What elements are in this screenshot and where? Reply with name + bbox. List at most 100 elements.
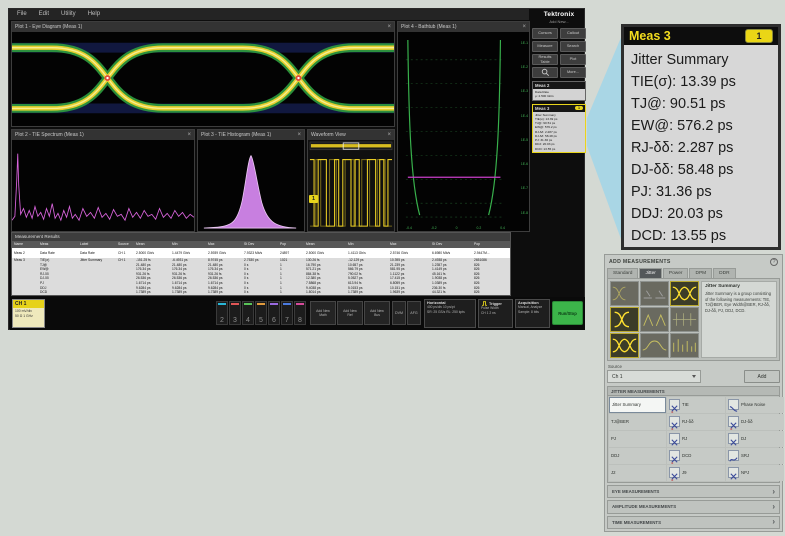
trigger-settings-box[interactable]: Trigger Pulse Width CH 1 2 ns <box>478 299 513 328</box>
channel6-button[interactable]: 6 <box>268 301 280 325</box>
tile-rj[interactable]: RJ <box>667 431 725 447</box>
meas2-badge[interactable]: Meas 2 Data Rate μ: 2.500 Gb/s <box>532 81 586 101</box>
close-icon[interactable]: × <box>187 130 191 140</box>
tab-ddr[interactable]: DDR <box>713 268 735 278</box>
plot1-title-bar[interactable]: Plot 1 - Eye Diagram (Meas 1) × <box>12 22 394 32</box>
add-measurement-button[interactable]: Add <box>744 370 780 383</box>
channel3-button[interactable]: 3 <box>229 301 241 325</box>
afg-button[interactable]: AFG <box>407 301 421 325</box>
callout-line-ddj: DDJ: 20.03 ps <box>631 203 771 225</box>
tile-dcd[interactable]: DCD <box>667 448 725 464</box>
channel8-button[interactable]: 8 <box>294 301 306 325</box>
cursors-button[interactable]: Cursors <box>532 28 558 39</box>
add-new-math-button[interactable]: Add New Math <box>310 301 336 325</box>
channel4-button[interactable]: 4 <box>242 301 254 325</box>
eye-measurements-section[interactable]: EYE MEASUREMENTS › <box>607 485 780 498</box>
channel7-button[interactable]: 7 <box>281 301 293 325</box>
tile-label: RJ-δδ <box>682 419 693 424</box>
thumbnail-eye-icon[interactable] <box>670 333 699 358</box>
menu-help[interactable]: Help <box>83 9 105 20</box>
tile-phase-noise[interactable]: Phase Noise <box>726 397 784 413</box>
time-measurements-section[interactable]: TIME MEASUREMENTS › <box>607 516 780 529</box>
bathtub-trace <box>398 32 529 231</box>
cell: 2.5939 Gb/s <box>206 248 242 258</box>
menu-file[interactable]: File <box>12 9 32 20</box>
channel5-button[interactable]: 5 <box>255 301 267 325</box>
horizontal-settings-box[interactable]: Horizontal 400 ps/div 10 ps/pt SR: 25 GS… <box>424 299 476 328</box>
close-icon[interactable]: × <box>387 130 391 140</box>
thumbnail-eye-icon[interactable] <box>610 333 639 358</box>
thumbnail-eye-icon[interactable] <box>670 307 699 332</box>
source-select[interactable]: Ch 1 <box>607 370 701 383</box>
meas3-badge[interactable]: Meas 3 1 Jitter Summary TIE(σ): 13.39 ps… <box>532 104 586 153</box>
srj-icon <box>728 450 739 461</box>
channel2-button[interactable]: 2 <box>216 301 228 325</box>
thumbnail-eye-icon[interactable] <box>610 281 639 306</box>
cell: 2651086 826 826 826 826 826 826 826 <box>472 258 506 295</box>
results-table-button[interactable]: Results Table <box>532 54 558 65</box>
amplitude-measurements-section[interactable]: AMPLITUDE MEASUREMENTS › <box>607 500 780 513</box>
tile-npj[interactable]: NPJ <box>726 465 784 481</box>
run-stop-button[interactable]: Run/Stop <box>552 301 583 325</box>
add-new-bus-button[interactable]: Add New Bus <box>364 301 390 325</box>
cell: 8.9745 ps 21.480 ps 176.34 ps 931.26 fs … <box>206 258 242 295</box>
tab-power[interactable]: Power <box>663 268 689 278</box>
measure-button[interactable]: Measure <box>532 41 558 52</box>
tile-rjdd[interactable]: RJ-δδ <box>667 414 725 430</box>
tile-tjber[interactable]: TJ@BER <box>609 414 666 430</box>
eye-diagram-trace <box>12 32 394 126</box>
acquisition-settings-box[interactable]: Acquisition Manual, Analyze Sample: 8 bi… <box>515 299 550 328</box>
table-row-meas3[interactable]: Meas 3 TIE(σ) TJ@ EW@ RJ-δδ DJ-δδ PJ DDJ… <box>12 258 510 295</box>
tile-jitter-summary[interactable]: Jitter Summary <box>609 397 666 413</box>
dvm-button[interactable]: DVM <box>392 301 406 325</box>
ui-tick: 0.2 <box>477 226 482 230</box>
thumbnail-eye-icon[interactable] <box>610 307 639 332</box>
thumbnail-eye-icon[interactable] <box>640 307 669 332</box>
table-row-meas2[interactable]: Meas 2 Data Rate Data Rate CH 1 2.5000 G… <box>12 248 510 258</box>
thumbnail-eye-icon[interactable] <box>640 333 669 358</box>
tab-jitter[interactable]: Jitter <box>639 268 661 278</box>
channel1-marker-chip[interactable]: 1 <box>309 195 318 203</box>
eye-diagram-canvas <box>12 32 394 126</box>
cell: 6.6980 Mb/s <box>430 248 472 258</box>
menu-utility[interactable]: Utility <box>56 9 81 20</box>
close-icon[interactable]: × <box>387 22 391 32</box>
chevron-down-icon <box>692 375 696 378</box>
tile-tie[interactable]: TIE <box>667 397 725 413</box>
trigger-values: Pulse Width CH 1 2 ns <box>481 306 510 316</box>
ber-tick: 1E-2 <box>521 66 528 69</box>
plot3-title-bar[interactable]: Plot 3 - TIE Histogram (Meas 1) × <box>198 130 304 140</box>
meas2-badge-title: Meas 2 <box>535 83 549 88</box>
plot2-title-bar[interactable]: Plot 2 - TIE Spectrum (Meas 1) × <box>12 130 194 140</box>
tile-pj[interactable]: PJ <box>609 431 666 447</box>
waveform-title: Waveform View <box>311 132 346 138</box>
callout-line-pj: PJ: 31.36 ps <box>631 181 771 203</box>
channel1-badge[interactable]: CH 1 100 mV/div 50 Ω 1 GHz <box>12 299 45 328</box>
tile-dj[interactable]: DJ <box>726 431 784 447</box>
tile-j9[interactable]: J9 <box>667 465 725 481</box>
col-header: Name <box>12 241 38 248</box>
add-new-ref-button[interactable]: Add New Ref <box>337 301 363 325</box>
tile-srj[interactable]: SRJ <box>726 448 784 464</box>
menu-edit[interactable]: Edit <box>34 9 54 20</box>
tile-ddj[interactable]: DDJ <box>609 448 666 464</box>
tile-djdd[interactable]: DJ-δδ <box>726 414 784 430</box>
menu-bar: File Edit Utility Help <box>9 9 529 20</box>
col-header: Pop <box>472 241 506 248</box>
waveform-title-bar[interactable]: Waveform View × <box>308 130 394 140</box>
tab-standard[interactable]: Standard <box>607 268 638 278</box>
jitter-measurements-section-header[interactable]: JITTER MEASUREMENTS <box>607 386 780 396</box>
col-header: Mean <box>134 241 170 248</box>
tab-dpm[interactable]: DPM <box>689 268 712 278</box>
close-icon[interactable]: × <box>522 22 526 32</box>
ber-tick: 1E-7 <box>521 187 528 190</box>
help-icon[interactable]: ? <box>770 258 778 266</box>
thumbnail-eye-icon[interactable] <box>640 281 669 306</box>
plot4-title-bar[interactable]: Plot 4 - Bathtub (Meas 1) × <box>398 22 529 32</box>
ber-tick: 1E-3 <box>521 90 528 93</box>
zoom-button[interactable] <box>532 67 558 78</box>
thumbnail-eye-icon[interactable] <box>670 281 699 306</box>
tile-j2[interactable]: J2 <box>609 465 666 481</box>
close-icon[interactable]: × <box>297 130 301 140</box>
col-header: Max <box>388 241 430 248</box>
